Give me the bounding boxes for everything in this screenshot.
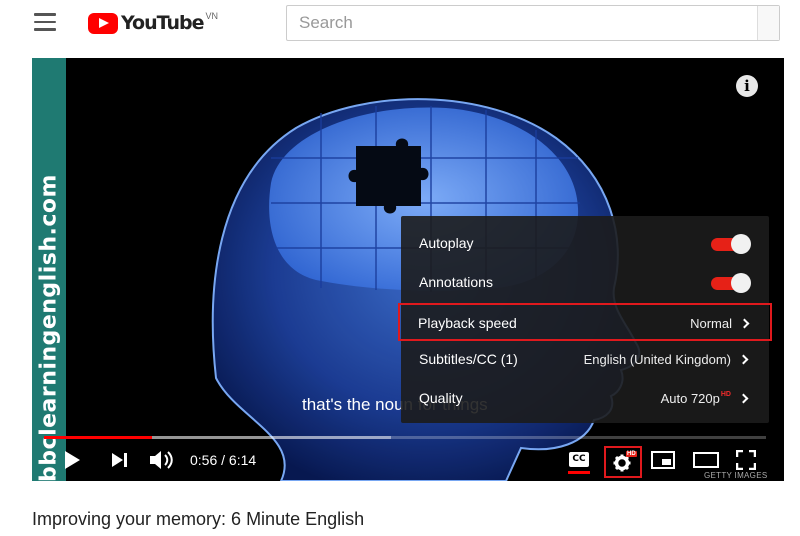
- autoplay-toggle[interactable]: [711, 234, 751, 254]
- annotations-label: Annotations: [419, 274, 493, 290]
- chevron-right-icon: [739, 318, 750, 329]
- playback-speed-label: Playback speed: [418, 315, 517, 331]
- playback-speed-value: Normal: [690, 316, 732, 331]
- missing-puzzle-piece: [348, 138, 429, 214]
- youtube-play-logo-icon: [88, 12, 118, 34]
- side-banner: bbclearningenglish.com: [32, 58, 66, 481]
- masthead: YouTube VN: [0, 0, 800, 48]
- miniplayer-icon[interactable]: [651, 451, 675, 469]
- fullscreen-icon[interactable]: [736, 450, 756, 470]
- search-box: [286, 5, 780, 41]
- logo-text: YouTube: [121, 12, 204, 34]
- theater-icon[interactable]: [693, 451, 719, 469]
- video-player[interactable]: bbclearningenglish.com i that's the noun…: [32, 58, 784, 481]
- info-icon[interactable]: i: [736, 75, 758, 97]
- youtube-logo[interactable]: YouTube VN: [88, 10, 218, 36]
- subtitles-button[interactable]: CC: [569, 452, 589, 467]
- autoplay-toggle-knob: [731, 234, 751, 254]
- autoplay-label: Autoplay: [419, 235, 474, 251]
- subtitles-active-indicator: [568, 471, 590, 474]
- progress-played: [44, 436, 153, 439]
- annotations-toggle-knob: [731, 273, 751, 293]
- progress-bar[interactable]: [44, 436, 766, 439]
- next-icon[interactable]: [110, 451, 130, 469]
- quality-row[interactable]: Quality Auto 720pHD: [401, 380, 769, 418]
- video-title: Improving your memory: 6 Minute English: [32, 509, 365, 529]
- settings-button[interactable]: HD: [604, 446, 642, 478]
- quality-value: Auto 720p: [660, 391, 720, 406]
- hamburger-icon[interactable]: [34, 13, 56, 31]
- quality-label: Quality: [419, 390, 463, 406]
- subtitles-label: Subtitles/CC (1): [419, 351, 518, 367]
- quality-value-wrap: Auto 720pHD: [661, 391, 731, 406]
- subtitles-row[interactable]: Subtitles/CC (1) English (United Kingdom…: [401, 341, 769, 379]
- hd-badge: HD: [626, 451, 637, 457]
- annotations-row[interactable]: Annotations: [401, 264, 769, 302]
- chevron-right-icon: [738, 354, 749, 365]
- volume-icon[interactable]: [148, 449, 176, 471]
- time-display: 0:56 / 6:14: [190, 452, 257, 468]
- annotations-toggle[interactable]: [711, 273, 751, 293]
- search-input[interactable]: [287, 6, 779, 40]
- subtitles-value: English (United Kingdom): [583, 352, 731, 367]
- chevron-right-icon: [738, 393, 749, 404]
- playback-speed-row[interactable]: Playback speed Normal: [398, 303, 772, 341]
- play-icon[interactable]: [62, 449, 82, 471]
- side-banner-text: bbclearningenglish.com: [36, 174, 62, 481]
- player-controls: 0:56 / 6:14 CC HD: [32, 446, 784, 478]
- search-button[interactable]: [757, 6, 779, 40]
- quality-hd-badge: HD: [720, 391, 731, 398]
- settings-menu: Autoplay Annotations Playback speed Norm…: [398, 216, 772, 423]
- logo-region: VN: [205, 11, 218, 21]
- autoplay-row[interactable]: Autoplay: [401, 225, 769, 263]
